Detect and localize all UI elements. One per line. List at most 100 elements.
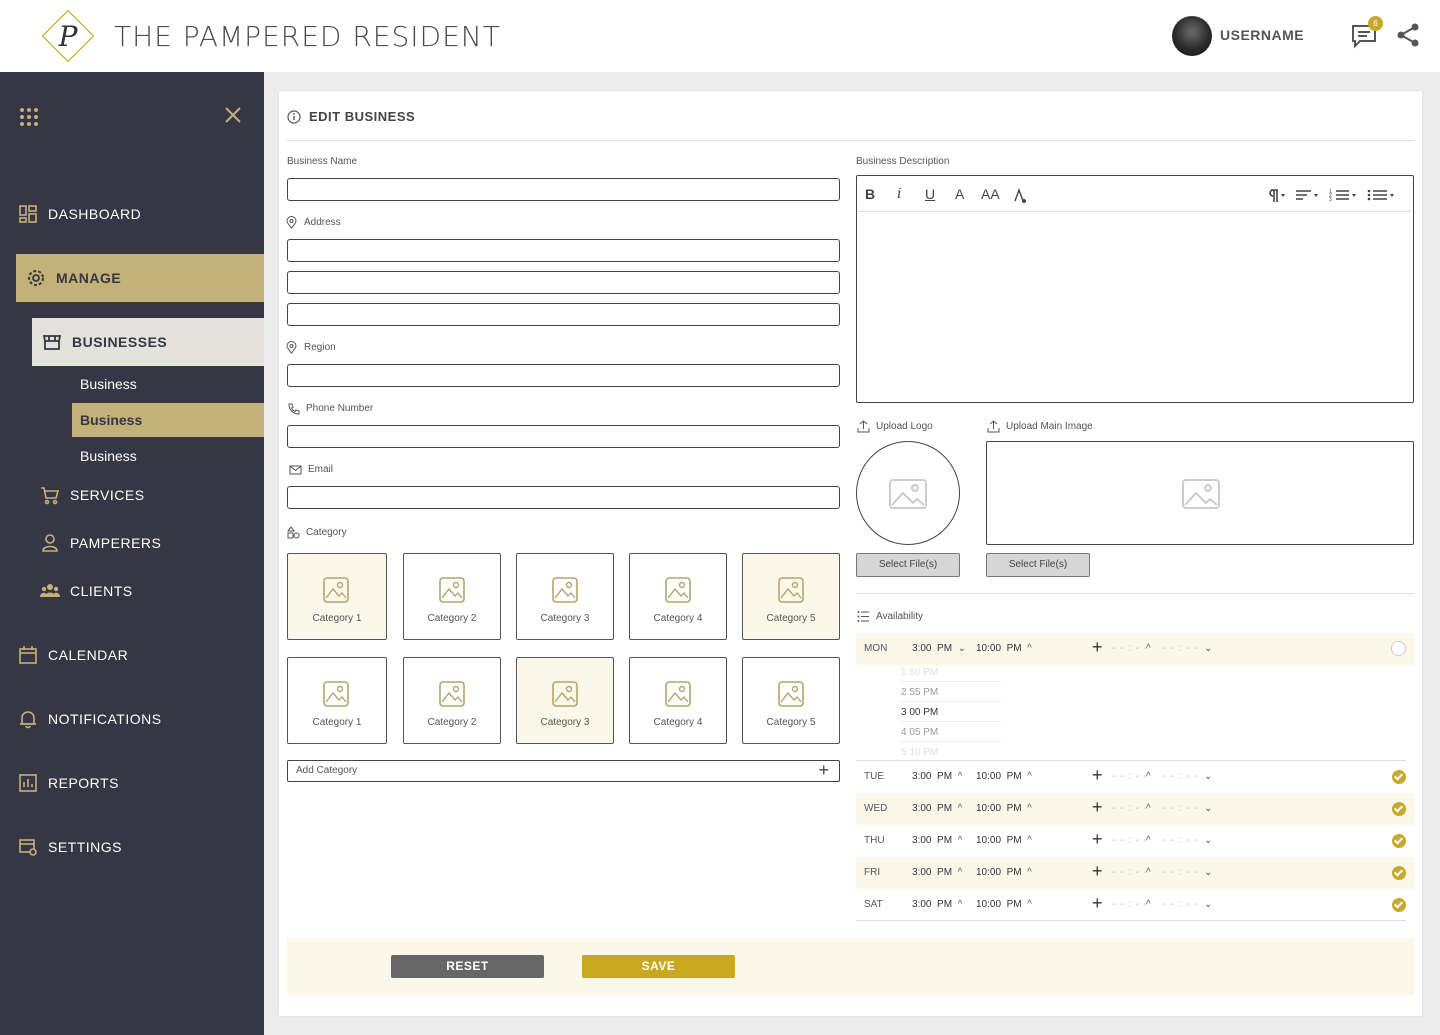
availability-toggle[interactable] [1391, 641, 1406, 656]
nav-notifications[interactable]: NOTIFICATIONS [18, 709, 162, 729]
add-slot-icon[interactable]: + [1092, 861, 1103, 882]
check-circle-icon[interactable] [1392, 834, 1406, 848]
image-placeholder-icon [889, 479, 927, 509]
time-option[interactable]: 1 50 PM [901, 663, 1001, 682]
time-option[interactable]: 2 55 PM [901, 683, 1001, 702]
add-slot-icon[interactable]: + [1092, 893, 1103, 914]
end-time[interactable]: 10:00 PM ^ [976, 867, 1032, 878]
category-tile[interactable]: Category 4 [629, 553, 727, 640]
empty-slot-end[interactable]: - - : - - [1162, 771, 1198, 782]
add-slot-icon[interactable]: + [1092, 829, 1103, 850]
username[interactable]: USERNAME [1220, 27, 1304, 43]
check-circle-icon[interactable] [1392, 898, 1406, 912]
address-line-3-input[interactable] [287, 303, 840, 326]
empty-slot-start[interactable]: - - : - - [1112, 899, 1148, 910]
nav-calendar[interactable]: CALENDAR [18, 645, 128, 665]
start-time[interactable]: 3:00 PM ^ [912, 899, 962, 910]
main-image-dropzone[interactable] [986, 441, 1414, 545]
end-time[interactable]: 10:00 PM ^ [976, 643, 1032, 654]
font-color-button[interactable]: A [955, 186, 964, 202]
end-time[interactable]: 10:00 PM ^ [976, 899, 1032, 910]
description-editor[interactable]: B i U A AA 123 [856, 175, 1414, 403]
nav-dashboard[interactable]: DASHBOARD [18, 204, 141, 224]
start-time-value: 3:00 [912, 899, 932, 910]
brand-logo-icon[interactable]: P [38, 6, 98, 66]
start-time[interactable]: 3:00 PM ⌄ [912, 643, 966, 654]
underline-button[interactable]: U [925, 186, 935, 202]
nav-pamperers[interactable]: PAMPERERS [40, 533, 161, 553]
category-tile[interactable]: Category 3 [516, 553, 614, 640]
empty-slot-end[interactable]: - - : - - [1162, 643, 1198, 654]
fill-color-icon[interactable] [1013, 188, 1027, 204]
add-slot-icon[interactable]: + [1092, 765, 1103, 786]
avatar[interactable] [1172, 16, 1212, 56]
category-tile[interactable]: Category 4 [629, 657, 727, 744]
sub-item-business[interactable]: Business [72, 439, 264, 473]
italic-button[interactable]: i [897, 186, 901, 202]
empty-slot-start[interactable]: - - : - - [1112, 835, 1148, 846]
bullet-list-icon[interactable] [1367, 188, 1397, 204]
apps-grid-icon[interactable] [20, 108, 38, 126]
check-circle-icon[interactable] [1392, 802, 1406, 816]
end-time[interactable]: 10:00 PM ^ [976, 803, 1032, 814]
category-tile[interactable]: Category 3 [516, 657, 614, 744]
region-input[interactable] [287, 364, 840, 387]
add-slot-icon[interactable]: + [1092, 797, 1103, 818]
save-button[interactable]: SAVE [582, 955, 735, 978]
plus-icon[interactable]: + [818, 760, 829, 780]
nav-businesses[interactable]: BUSINESSES [32, 318, 264, 366]
nav-services[interactable]: SERVICES [40, 485, 145, 505]
end-time[interactable]: 10:00 PM ^ [976, 771, 1032, 782]
category-tile[interactable]: Category 2 [403, 553, 501, 640]
empty-slot-start[interactable]: - - : - - [1112, 643, 1148, 654]
category-tile[interactable]: Category 1 [287, 553, 387, 640]
time-option-selected[interactable]: 3 00 PM [901, 703, 1001, 722]
add-category-input[interactable]: Add Category + [287, 760, 840, 782]
select-main-image-button[interactable]: Select File(s) [986, 553, 1090, 577]
bold-button[interactable]: B [865, 186, 875, 202]
select-logo-button[interactable]: Select File(s) [856, 553, 960, 577]
empty-slot-end[interactable]: - - : - - [1162, 899, 1198, 910]
nav-clients[interactable]: CLIENTS [40, 581, 133, 601]
end-time-value: 10:00 [976, 835, 1002, 846]
logo-dropzone[interactable] [856, 441, 960, 545]
nav-reports[interactable]: REPORTS [18, 773, 119, 793]
reset-button[interactable]: RESET [391, 955, 544, 978]
add-slot-icon[interactable]: + [1092, 637, 1103, 658]
category-tile[interactable]: Category 1 [287, 657, 387, 744]
address-line-1-input[interactable] [287, 239, 840, 262]
sub-item-business-active[interactable]: Business [72, 403, 264, 437]
category-tile[interactable]: Category 2 [403, 657, 501, 744]
start-time[interactable]: 3:00 PM ^ [912, 835, 962, 846]
phone-input[interactable] [287, 425, 840, 448]
chevron-down-icon: ⌄ [1204, 867, 1213, 878]
time-option[interactable]: 4 05 PM [901, 723, 1001, 742]
empty-slot-start[interactable]: - - : - - [1112, 803, 1148, 814]
start-time[interactable]: 3:00 PM ^ [912, 867, 962, 878]
ordered-list-icon[interactable]: 123 [1329, 188, 1359, 204]
font-size-button[interactable]: AA [981, 186, 1000, 202]
business-name-input[interactable] [287, 178, 840, 201]
check-circle-icon[interactable] [1392, 770, 1406, 784]
empty-slot-end[interactable]: - - : - - [1162, 803, 1198, 814]
address-line-2-input[interactable] [287, 271, 840, 294]
sub-item-business[interactable]: Business [72, 367, 264, 401]
empty-slot-end[interactable]: - - : - - [1162, 835, 1198, 846]
nav-manage[interactable]: MANAGE [16, 254, 264, 302]
empty-slot-end[interactable]: - - : - - [1162, 867, 1198, 878]
empty-slot-start[interactable]: - - : - - [1112, 867, 1148, 878]
check-circle-icon[interactable] [1392, 866, 1406, 880]
share-icon[interactable] [1396, 22, 1420, 48]
category-tile[interactable]: Category 5 [742, 657, 840, 744]
availability-row-tue: TUE 3:00 PM ^ 10:00 PM ^ + - - : - - ^ -… [856, 761, 1414, 793]
end-time[interactable]: 10:00 PM ^ [976, 835, 1032, 846]
align-icon[interactable] [1295, 188, 1321, 204]
close-icon[interactable] [224, 106, 242, 124]
email-input[interactable] [287, 486, 840, 509]
paragraph-icon[interactable] [1265, 188, 1287, 204]
start-time[interactable]: 3:00 PM ^ [912, 803, 962, 814]
category-tile[interactable]: Category 5 [742, 553, 840, 640]
start-time[interactable]: 3:00 PM ^ [912, 771, 962, 782]
nav-settings[interactable]: SETTINGS [18, 837, 122, 857]
empty-slot-start[interactable]: - - : - - [1112, 771, 1148, 782]
